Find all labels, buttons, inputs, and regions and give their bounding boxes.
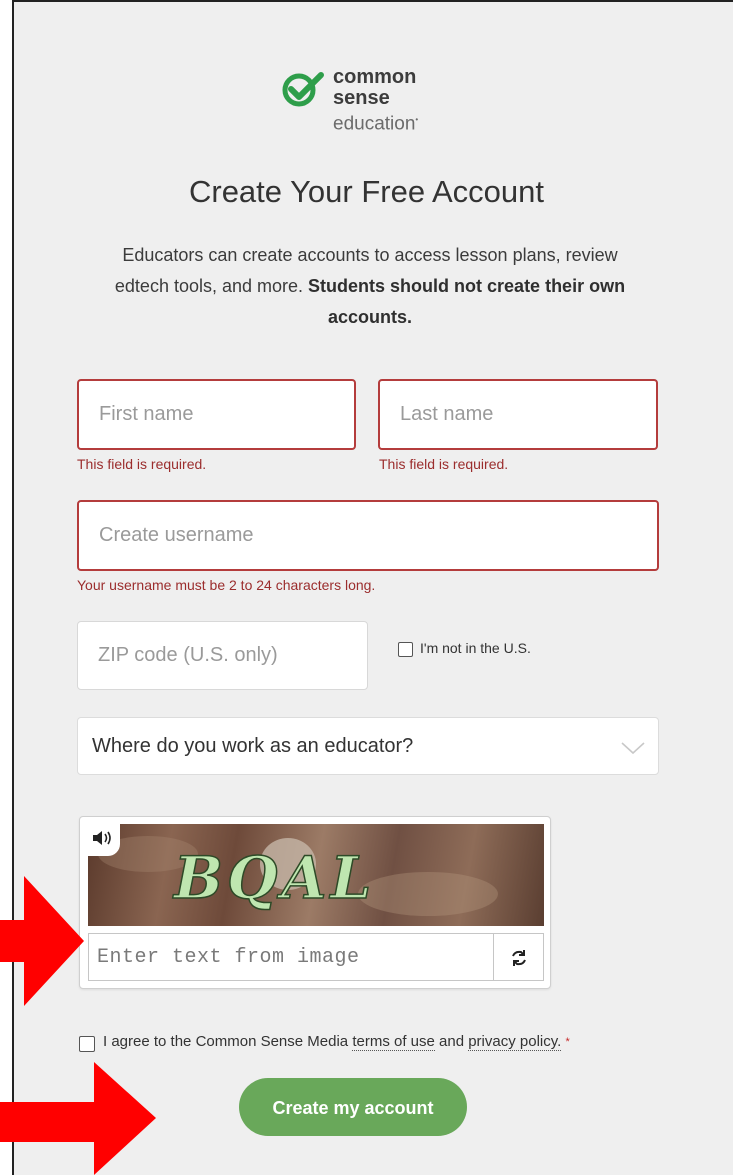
captcha-text-field[interactable] xyxy=(88,933,494,981)
username-error: Your username must be 2 to 24 characters… xyxy=(77,577,376,593)
speaker-icon xyxy=(93,831,111,845)
refresh-icon xyxy=(512,950,526,966)
zip-field[interactable] xyxy=(77,621,368,690)
agree-text: I agree to the Common Sense Media xyxy=(103,1033,349,1050)
last-name-error: This field is required. xyxy=(379,456,509,472)
intro-text: Educators can create accounts to access … xyxy=(100,240,640,333)
zip-input[interactable] xyxy=(78,622,367,689)
workplace-select[interactable]: Where do you work as an educator? xyxy=(77,717,659,775)
username-input[interactable] xyxy=(79,502,657,569)
captcha-distorted-text: BQAL xyxy=(98,836,498,916)
terms-of-use-link[interactable]: terms of use xyxy=(352,1033,435,1051)
first-name-input[interactable] xyxy=(79,381,354,448)
not-in-us-checkbox[interactable] xyxy=(398,642,413,657)
captcha-image: BQAL xyxy=(88,824,544,926)
intro-text-bold: Students should not create their own acc… xyxy=(308,276,626,327)
captcha-refresh-button[interactable] xyxy=(494,933,544,981)
annotation-arrow-icon xyxy=(0,876,84,1006)
not-in-us-label: I'm not in the U.S. xyxy=(420,640,531,656)
username-field[interactable] xyxy=(77,500,659,571)
create-account-button[interactable]: Create my account xyxy=(239,1078,467,1136)
annotation-arrow-icon xyxy=(0,1062,156,1175)
chevron-down-icon xyxy=(621,742,645,755)
logo-text-sense: sense xyxy=(333,87,390,109)
checkmark-logo-icon xyxy=(282,72,324,107)
captcha-widget: BQAL xyxy=(79,816,551,989)
required-marker: * xyxy=(565,1036,570,1048)
page-title: Create Your Free Account xyxy=(188,174,544,209)
privacy-policy-link[interactable]: privacy policy. xyxy=(468,1033,562,1051)
first-name-error: This field is required. xyxy=(77,456,207,472)
logo-text-common: common xyxy=(333,66,417,88)
captcha-input[interactable] xyxy=(89,934,493,980)
first-name-field[interactable] xyxy=(77,379,356,450)
agree-label: I agree to the Common Sense Media terms … xyxy=(103,1032,570,1052)
workplace-select-value: Where do you work as an educator? xyxy=(92,735,414,757)
captcha-audio-button[interactable] xyxy=(88,824,120,856)
common-sense-education-logo: common sense education• xyxy=(282,66,462,135)
agree-and-text: and xyxy=(439,1033,465,1050)
last-name-input[interactable] xyxy=(380,381,656,448)
logo-text-education: education• xyxy=(333,113,419,135)
agree-checkbox[interactable] xyxy=(79,1036,95,1052)
last-name-field[interactable] xyxy=(378,379,658,450)
svg-text:BQAL: BQAL xyxy=(172,844,375,912)
